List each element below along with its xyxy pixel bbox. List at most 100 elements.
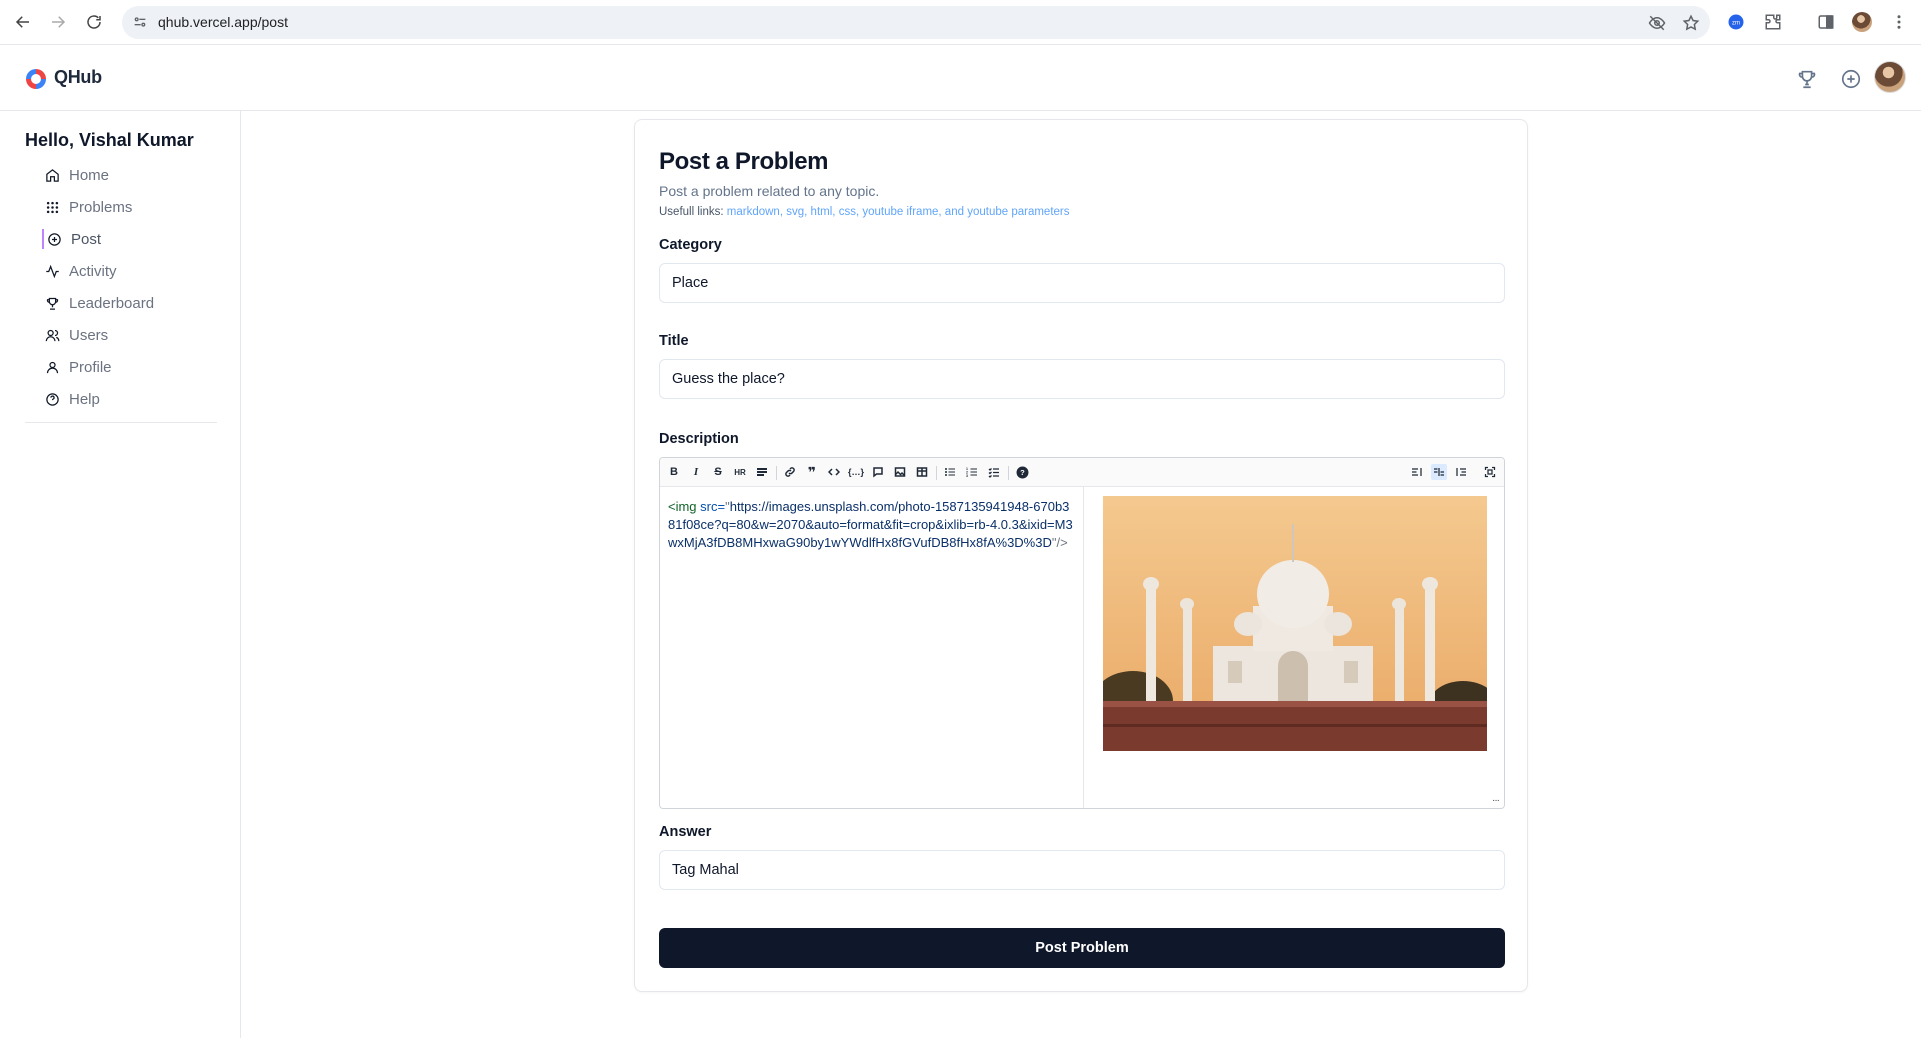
browser-menu-icon[interactable] xyxy=(1888,11,1910,33)
code-block-icon[interactable]: {…} xyxy=(848,464,864,480)
sidebar-item-label: Profile xyxy=(69,358,112,376)
address-bar[interactable]: qhub.vercel.app/post xyxy=(122,6,1710,39)
sidebar-item-label: Post xyxy=(71,230,102,248)
site-info-icon[interactable] xyxy=(132,14,150,32)
toolbar-divider xyxy=(936,466,937,480)
sidebar-menu: Home Problems Post Activity Leaderboard … xyxy=(25,159,217,415)
image-icon[interactable] xyxy=(892,464,908,480)
activity-icon xyxy=(45,263,61,279)
editor-toolbar: B I S HR ❞ {…} 123 ? xyxy=(660,458,1504,487)
comment-icon[interactable] xyxy=(870,464,886,480)
extensions-puzzle-icon[interactable] xyxy=(1762,11,1784,33)
zoom-extension-icon[interactable]: zm xyxy=(1725,11,1747,33)
qhub-logo-icon[interactable] xyxy=(24,67,48,91)
preview-mode-icon[interactable] xyxy=(1453,464,1469,480)
svg-text:3: 3 xyxy=(966,474,968,478)
page-subtitle: Post a problem related to any topic. xyxy=(659,183,880,199)
user-icon xyxy=(45,359,61,375)
help-icon[interactable]: ? xyxy=(1014,464,1030,480)
link-css[interactable]: css xyxy=(839,206,856,218)
svg-text:?: ? xyxy=(1020,468,1025,477)
sidebar-item-label: Problems xyxy=(69,198,133,216)
markdown-editor: B I S HR ❞ {…} 123 ? <img src="https://i… xyxy=(659,457,1505,809)
sidebar-item-problems[interactable]: Problems xyxy=(25,191,217,223)
italic-icon[interactable]: I xyxy=(688,464,704,480)
grid-icon xyxy=(45,199,61,215)
quote-icon[interactable]: ❞ xyxy=(804,464,820,480)
resize-handle[interactable]: ··· xyxy=(1492,795,1500,806)
trophy-icon[interactable] xyxy=(1796,68,1818,90)
hr-icon[interactable]: HR xyxy=(732,464,748,480)
sidebar-item-post[interactable]: Post xyxy=(25,223,217,255)
title-field[interactable]: Guess the place? xyxy=(659,359,1505,399)
user-avatar[interactable] xyxy=(1874,61,1906,93)
code-close: "/> xyxy=(1051,535,1068,550)
description-preview xyxy=(1085,487,1504,808)
code-tag: <img xyxy=(668,499,697,514)
svg-text:zm: zm xyxy=(1732,20,1740,26)
category-field[interactable]: Place xyxy=(659,263,1505,303)
useful-links-prefix: Usefull links: xyxy=(659,206,724,218)
answer-label: Answer xyxy=(659,824,712,840)
fullscreen-icon[interactable] xyxy=(1482,464,1498,480)
bookmark-star-icon[interactable] xyxy=(1682,14,1700,32)
sidebar-item-label: Users xyxy=(69,326,109,344)
users-icon xyxy=(45,327,61,343)
sidebar-item-profile[interactable]: Profile xyxy=(25,351,217,383)
unordered-list-icon[interactable] xyxy=(942,464,958,480)
sidebar-item-activity[interactable]: Activity xyxy=(25,255,217,287)
bold-icon[interactable]: B xyxy=(666,464,682,480)
live-mode-icon[interactable] xyxy=(1431,464,1447,480)
link-icon[interactable] xyxy=(782,464,798,480)
browser-profile-avatar[interactable] xyxy=(1851,11,1873,33)
app-header: QHub xyxy=(0,46,1921,111)
sidebar-item-help[interactable]: Help xyxy=(25,383,217,415)
sidebar: Hello, Vishal Kumar Home Problems Post A… xyxy=(0,111,241,1038)
trophy-icon xyxy=(45,295,61,311)
sidebar-item-label: Home xyxy=(69,166,110,184)
ordered-list-icon[interactable]: 123 xyxy=(964,464,980,480)
code-attr: src= xyxy=(696,499,726,514)
table-icon[interactable] xyxy=(914,464,930,480)
sidebar-item-leaderboard[interactable]: Leaderboard xyxy=(25,287,217,319)
post-problem-button[interactable]: Post Problem xyxy=(659,928,1505,968)
title-heading-icon[interactable] xyxy=(754,464,770,480)
title-label: Title xyxy=(659,333,689,349)
eye-off-icon[interactable] xyxy=(1648,14,1666,32)
category-label: Category xyxy=(659,237,722,253)
taj-mahal-image xyxy=(1103,496,1487,751)
checklist-icon[interactable] xyxy=(986,464,1002,480)
link-youtube-parameters[interactable]: youtube parameters xyxy=(967,206,1069,218)
description-editor[interactable]: <img src="https://images.unsplash.com/ph… xyxy=(660,487,1084,808)
reload-icon[interactable] xyxy=(82,10,106,34)
sidebar-item-label: Activity xyxy=(69,262,117,280)
link-youtube-iframe[interactable]: youtube iframe xyxy=(862,206,938,218)
home-icon xyxy=(45,167,61,183)
answer-field[interactable]: Tag Mahal xyxy=(659,850,1505,890)
description-label: Description xyxy=(659,431,739,447)
plus-circle-icon xyxy=(47,231,63,247)
sidebar-item-users[interactable]: Users xyxy=(25,319,217,351)
edit-mode-icon[interactable] xyxy=(1409,464,1425,480)
toolbar-divider xyxy=(1008,466,1009,480)
link-markdown[interactable]: markdown xyxy=(727,206,780,218)
page-title: Post a Problem xyxy=(659,148,829,175)
add-circle-icon[interactable] xyxy=(1840,68,1862,90)
url-text: qhub.vercel.app/post xyxy=(158,14,288,30)
sidebar-divider xyxy=(25,422,217,423)
link-html[interactable]: html xyxy=(811,206,833,218)
post-problem-card: Post a Problem Post a problem related to… xyxy=(634,119,1528,992)
code-icon[interactable] xyxy=(826,464,842,480)
help-circle-icon xyxy=(45,391,61,407)
link-svg[interactable]: svg xyxy=(786,206,804,218)
toolbar-divider xyxy=(776,466,777,480)
forward-icon[interactable] xyxy=(46,10,70,34)
sidebar-item-label: Leaderboard xyxy=(69,294,155,312)
side-panel-icon[interactable] xyxy=(1815,11,1837,33)
back-icon[interactable] xyxy=(11,10,35,34)
greeting: Hello, Vishal Kumar xyxy=(25,130,194,150)
brand-name[interactable]: QHub xyxy=(54,67,102,88)
sidebar-item-home[interactable]: Home xyxy=(25,159,217,191)
strikethrough-icon[interactable]: S xyxy=(710,464,726,480)
browser-toolbar: qhub.vercel.app/post zm xyxy=(0,0,1921,45)
